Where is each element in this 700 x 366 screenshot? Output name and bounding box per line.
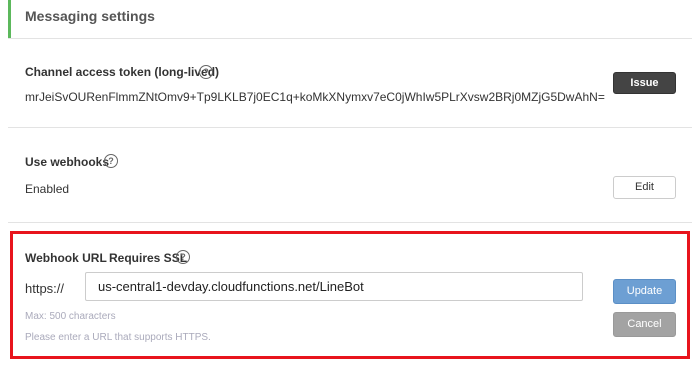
channel-token-value: mrJeiSvOURenFlmmZNtOmv9+Tp9LKLB7j0EC1q+k… xyxy=(25,90,605,104)
edit-button[interactable]: Edit xyxy=(613,176,676,199)
page-title: Messaging settings xyxy=(25,8,155,24)
divider xyxy=(8,38,692,39)
cancel-button[interactable]: Cancel xyxy=(613,312,676,337)
help-icon[interactable]: ? xyxy=(104,154,118,168)
section-header: Messaging settings xyxy=(8,0,692,39)
channel-token-label: Channel access token (long-lived) xyxy=(25,65,220,79)
help-icon[interactable]: ? xyxy=(199,65,213,79)
https-hint: Please enter a URL that supports HTTPS. xyxy=(25,332,211,343)
max-length-hint: Max: 500 characters xyxy=(25,311,116,322)
divider xyxy=(8,222,692,223)
divider xyxy=(8,127,692,128)
use-webhooks-label: Use webhooks xyxy=(25,155,110,169)
webhooks-status: Enabled xyxy=(25,182,70,196)
issue-button[interactable]: Issue xyxy=(613,72,676,94)
webhook-url-input[interactable] xyxy=(85,272,583,301)
update-button[interactable]: Update xyxy=(613,279,676,304)
url-scheme-label: https:// xyxy=(25,281,65,296)
help-icon[interactable]: ? xyxy=(176,250,190,264)
webhook-url-label: Webhook URL xyxy=(25,251,107,265)
